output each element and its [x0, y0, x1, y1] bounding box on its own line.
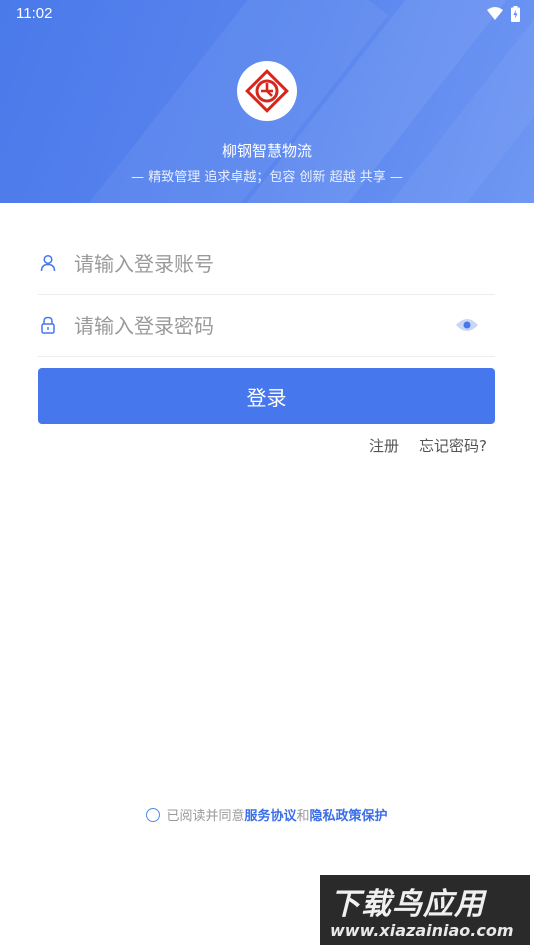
- watermark-url: www.xiazainiao.com: [330, 921, 514, 940]
- register-link[interactable]: 注册: [369, 435, 399, 456]
- lock-icon: [41, 316, 55, 334]
- battery-icon: [511, 6, 520, 22]
- auth-links: 注册 忘记密码?: [369, 435, 487, 456]
- status-icons: [487, 6, 520, 22]
- password-input[interactable]: [74, 307, 454, 345]
- agreement-radio[interactable]: [146, 807, 161, 822]
- wifi-icon: [487, 7, 503, 20]
- account-field: [38, 233, 495, 295]
- watermark: 下载鸟应用 www.xiazainiao.com: [320, 875, 530, 945]
- app-slogan: — 精致管理 追求卓越；包容 创新 超越 共享 —: [131, 170, 403, 185]
- app-logo: [237, 61, 297, 121]
- agreement-and: 和: [296, 809, 310, 824]
- password-field: [38, 295, 495, 357]
- account-input[interactable]: [74, 245, 454, 283]
- forgot-password-link[interactable]: 忘记密码?: [419, 435, 487, 456]
- watermark-title: 下载鸟应用: [330, 887, 485, 922]
- logo-icon: [245, 69, 289, 113]
- service-agreement-link[interactable]: 服务协议: [244, 805, 296, 824]
- status-time: 11:02: [16, 5, 53, 22]
- user-icon: [40, 254, 56, 272]
- login-button[interactable]: 登录: [38, 368, 495, 424]
- status-bar: 11:02: [0, 0, 534, 28]
- agreement: 已阅读并同意 服务协议 和 隐私政策保护: [0, 805, 534, 824]
- header-banner: 11:02 柳钢智慧物流 — 精致管理 追求卓越；包容 创新 超越 共享 —: [0, 0, 534, 203]
- privacy-policy-link[interactable]: 隐私政策保护: [310, 805, 388, 824]
- agreement-prefix: 已阅读并同意: [166, 809, 245, 824]
- app-name: 柳钢智慧物流: [221, 142, 312, 160]
- eye-icon[interactable]: [455, 317, 479, 333]
